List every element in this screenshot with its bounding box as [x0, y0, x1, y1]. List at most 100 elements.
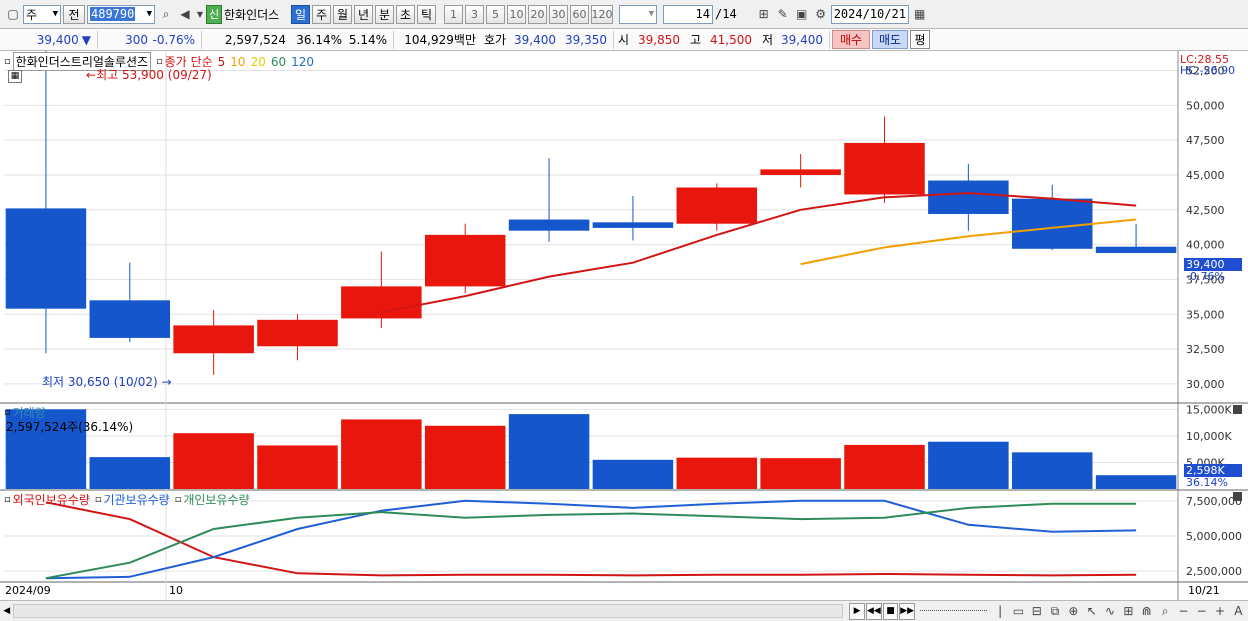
high-annotation: ←최고 53,900 (09/27) — [86, 66, 212, 83]
gear-icon[interactable]: ⚙ — [812, 5, 830, 24]
scroll-track[interactable] — [13, 604, 844, 618]
chevron-down-icon: ▼ — [146, 9, 152, 19]
minute-30[interactable]: 30 — [549, 4, 568, 24]
legend-foreign[interactable]: 외국인보유수량 — [13, 491, 90, 508]
volume: 2,597,524 — [224, 32, 286, 47]
zoom-handle-icon[interactable]: | — [991, 602, 1008, 621]
period-year[interactable]: 년 — [354, 4, 373, 24]
minute-1[interactable]: 1 — [444, 4, 463, 24]
search-icon[interactable]: ⌕ — [157, 5, 175, 24]
volume-panel-close-icon[interactable] — [1233, 405, 1242, 414]
bullet-icon: ◽ — [156, 56, 163, 67]
bullet-icon: ◽ — [174, 494, 182, 505]
minute-60[interactable]: 60 — [570, 4, 589, 24]
period-week[interactable]: 주 — [312, 4, 331, 24]
price-tick-label: 30,000 — [1186, 378, 1225, 391]
current-pct-tag: -0.76% — [1186, 270, 1225, 283]
toolbar: ▢ 주 ▼ 전 489790 ▼ ⌕ ◀ ▼ 신 한화인더스 일 주 월 년 분 초… — [0, 0, 1248, 29]
candle-body — [760, 169, 841, 175]
quote-bar: 39,400 ▼ 300 -0.76% 2,597,524 36.14% 5.14… — [0, 29, 1248, 51]
custom-period-select[interactable]: ▼ — [619, 4, 657, 24]
text-size-icon[interactable]: A — [1230, 602, 1247, 621]
save-icon[interactable]: ▣ — [793, 5, 811, 24]
volume-tick-label: 10,000K — [1186, 430, 1232, 443]
zoom-slider[interactable] — [920, 610, 988, 612]
period-second[interactable]: 초 — [396, 4, 415, 24]
zoom-reset-icon[interactable]: − — [1193, 602, 1210, 621]
low-price: 39,400 — [778, 30, 830, 49]
volume-bar — [173, 433, 254, 489]
minute-120[interactable]: 120 — [591, 4, 613, 24]
chevron-down-icon: ▼ — [648, 9, 654, 19]
new-badge: 신 — [206, 4, 222, 24]
overlay-icon[interactable]: ⧉ — [1046, 602, 1063, 621]
fast-forward-icon[interactable]: ▶▶ — [899, 602, 916, 620]
candle-body — [5, 208, 87, 309]
rewind-icon[interactable]: ◀◀ — [865, 602, 882, 620]
volume-bar — [341, 419, 422, 489]
buy-button[interactable]: 매수 — [832, 30, 870, 49]
current-price-value: 39,400 — [36, 32, 79, 47]
minute-5[interactable]: 5 — [486, 4, 505, 24]
stock-chart[interactable]: 52,50050,00047,50045,00042,50040,00037,5… — [0, 51, 1248, 600]
down-arrow-icon: ▼ — [81, 32, 91, 47]
code-input[interactable]: 489790 ▼ — [87, 4, 155, 24]
draw-icon[interactable]: ✎ — [774, 5, 792, 24]
ma-120: 120 — [291, 54, 315, 69]
legend-individual[interactable]: 개인보유수량 — [183, 491, 249, 508]
table-icon[interactable]: ▦ — [8, 70, 22, 83]
prev-button[interactable]: 전 — [63, 4, 85, 24]
bullet-icon: ◽ — [4, 407, 11, 418]
candle-body — [173, 325, 254, 354]
low-note-text: 최저 30,650 (10/02) — [42, 375, 158, 389]
indicator-icon[interactable]: ⊕ — [1065, 602, 1082, 621]
minute-3[interactable]: 3 — [465, 4, 484, 24]
period-day[interactable]: 일 — [291, 4, 310, 24]
speaker-icon[interactable]: ◀ — [176, 5, 194, 24]
wave-icon[interactable]: ∿ — [1101, 602, 1118, 621]
window-icon[interactable]: ▭ — [1010, 602, 1027, 621]
chart-tool-icon[interactable]: ⊞ — [1120, 602, 1137, 621]
volume-bar — [1095, 475, 1177, 489]
date-input[interactable]: 2024/10/21 — [830, 4, 909, 24]
play-icon[interactable]: ▶ — [849, 602, 865, 620]
minute-20[interactable]: 20 — [528, 4, 547, 24]
institution-holding-line — [45, 499, 1137, 580]
grid-icon[interactable]: ⊞ — [755, 5, 773, 24]
line-tool-icon[interactable]: ↖ — [1083, 602, 1100, 621]
holding-lines — [45, 499, 1137, 580]
price-tick-label: 32,500 — [1186, 343, 1225, 356]
scroll-left-icon[interactable]: ◀ — [0, 606, 13, 616]
layout-icon[interactable]: ▢ — [4, 5, 22, 24]
page-count-input[interactable]: 14 — [663, 4, 713, 24]
eval-button[interactable]: 평 — [910, 30, 930, 49]
chevron-down-icon[interactable]: ▼ — [195, 5, 205, 24]
stop-icon[interactable]: ■ — [882, 602, 899, 620]
holding-panel-close-icon[interactable] — [1233, 492, 1242, 501]
legend-institution[interactable]: 기관보유수량 — [103, 491, 169, 508]
volume-bar — [676, 457, 758, 489]
search-icon[interactable]: ⌕ — [1156, 602, 1173, 621]
chart-area[interactable]: 52,500 50,000 47,500 45,000 42,500 40,000 37,5… — [0, 51, 1248, 600]
volume-bars[interactable] — [5, 409, 1177, 489]
calendar-icon[interactable]: ▦ — [911, 5, 929, 24]
low-label: 저 — [762, 33, 774, 47]
price-tick-label: 45,000 — [1186, 169, 1225, 182]
x-axis-start: 2024/09 — [5, 584, 51, 597]
magnet-icon[interactable]: ⋒ — [1138, 602, 1155, 621]
volume-bar — [844, 444, 925, 489]
period-month[interactable]: 월 — [333, 4, 352, 24]
candle-body — [1011, 198, 1093, 249]
zoom-out-icon[interactable]: − — [1175, 602, 1192, 621]
period-tick[interactable]: 틱 — [417, 4, 436, 24]
period-minute[interactable]: 분 — [375, 4, 394, 24]
zoom-in-icon[interactable]: + — [1211, 602, 1228, 621]
type-select-value: 주 — [26, 7, 38, 22]
type-select[interactable]: 주 ▼ — [23, 4, 61, 24]
current-price: 39,400 ▼ — [0, 30, 98, 49]
candlesticks[interactable] — [5, 51, 1177, 375]
sell-button[interactable]: 매도 — [872, 30, 908, 49]
trade-amount: 104,929백만 — [404, 33, 476, 47]
minute-10[interactable]: 10 — [507, 4, 526, 24]
split-icon[interactable]: ⊟ — [1028, 602, 1045, 621]
